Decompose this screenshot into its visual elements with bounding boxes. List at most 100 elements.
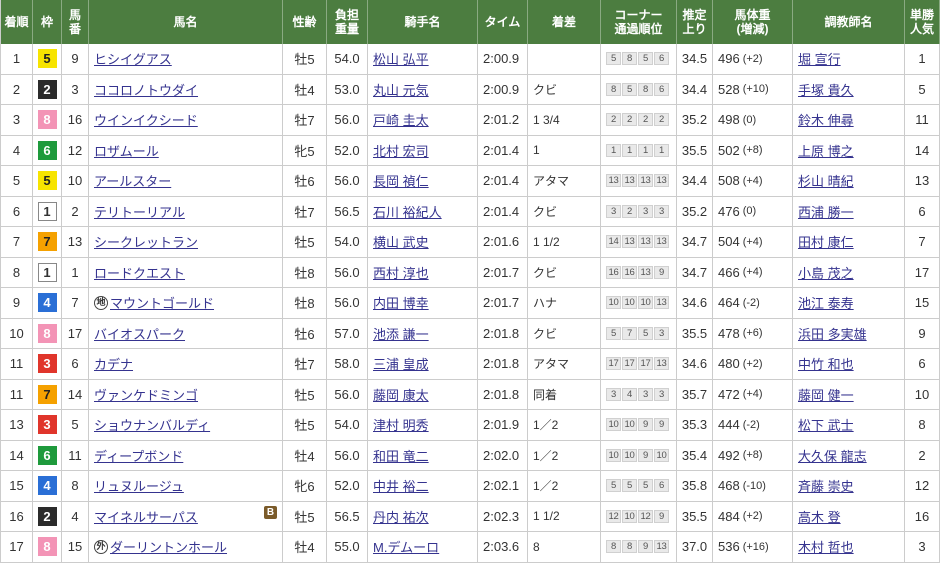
corner-positions-cell: 10 10 9 10 xyxy=(601,440,677,471)
trainer-link[interactable]: 浜田 多実雄 xyxy=(798,324,867,343)
body-weight-diff: (-10) xyxy=(742,479,766,492)
margin-cell: ハナ xyxy=(528,288,601,319)
jockey-link[interactable]: 藤岡 康太 xyxy=(373,385,429,404)
time-cell: 2:01.7 xyxy=(478,288,528,319)
corner-position-chip: 13 xyxy=(638,265,653,279)
trainer-link[interactable]: 西浦 勝一 xyxy=(798,202,854,221)
corner-position-chip: 17 xyxy=(606,357,621,371)
horse-name-link[interactable]: マウントゴールド xyxy=(110,293,214,312)
horse-name-link[interactable]: ウインイクシード xyxy=(94,110,198,129)
corner-position-chip: 7 xyxy=(622,326,637,340)
margin-value: アタマ xyxy=(533,174,570,189)
trainer-cell: 小島 茂之 xyxy=(793,257,905,288)
last3f-cell: 34.4 xyxy=(677,74,713,105)
horse-name-link[interactable]: ショウナンバルディ xyxy=(94,415,210,434)
trainer-link[interactable]: 杉山 晴紀 xyxy=(798,171,854,190)
horse-name-link[interactable]: ヒシイグアス xyxy=(94,49,172,68)
jockey-link[interactable]: 横山 武史 xyxy=(373,232,429,251)
popularity-cell: 16 xyxy=(905,501,940,532)
jockey-link[interactable]: 松山 弘平 xyxy=(373,49,429,68)
body-weight-value: 536 xyxy=(718,539,740,555)
margin-cell: 1／2 xyxy=(528,440,601,471)
horse-name-link[interactable]: ダーリントンホール xyxy=(110,537,227,556)
horse-name-link[interactable]: アールスター xyxy=(94,171,171,190)
time-cell: 2:01.6 xyxy=(478,227,528,258)
trainer-link[interactable]: 鈴木 伸尋 xyxy=(798,110,854,129)
trainer-link[interactable]: 中竹 和也 xyxy=(798,354,854,373)
horse-name-link[interactable]: ディープボンド xyxy=(94,446,183,465)
umaban-cell: 2 xyxy=(62,196,89,227)
trainer-link[interactable]: 田村 康仁 xyxy=(798,232,854,251)
last3f-cell: 35.2 xyxy=(677,196,713,227)
margin-value: 1 1/2 xyxy=(533,234,560,249)
jockey-link[interactable]: 西村 淳也 xyxy=(373,263,429,282)
horse-name-link[interactable]: リュヌルージュ xyxy=(94,476,184,495)
margin-cell: クビ xyxy=(528,196,601,227)
trainer-link[interactable]: 藤岡 健一 xyxy=(798,385,854,404)
horse-name-link[interactable]: シークレットラン xyxy=(94,232,198,251)
jockey-link[interactable]: 北村 宏司 xyxy=(373,141,429,160)
umaban-cell: 13 xyxy=(62,227,89,258)
header-label: 単勝 xyxy=(909,8,934,22)
horse-name-link[interactable]: カデナ xyxy=(94,354,133,373)
trainer-link[interactable]: 堀 宣行 xyxy=(798,49,841,68)
jockey-link[interactable]: 内田 博幸 xyxy=(373,293,429,312)
rank-cell: 17 xyxy=(1,532,33,563)
jockey-link[interactable]: 和田 竜二 xyxy=(373,446,429,465)
trainer-link[interactable]: 手塚 貴久 xyxy=(798,80,854,99)
horse-name-link[interactable]: ヴァンケドミンゴ xyxy=(94,385,198,404)
weight-cell: 53.0 xyxy=(327,74,368,105)
horse-name-link[interactable]: ロードクエスト xyxy=(94,263,185,282)
time-cell: 2:00.9 xyxy=(478,44,528,75)
jockey-link[interactable]: 池添 謙一 xyxy=(373,324,429,343)
jockey-link[interactable]: 石川 裕紀人 xyxy=(373,202,442,221)
corner-positions-cell: 1 1 1 1 xyxy=(601,135,677,166)
trainer-link[interactable]: 上原 博之 xyxy=(798,141,854,160)
trainer-link[interactable]: 松下 武士 xyxy=(798,415,854,434)
header-rank: 着順 xyxy=(1,0,33,44)
last3f-cell: 35.7 xyxy=(677,379,713,410)
corner-position-chip: 5 xyxy=(638,479,653,493)
jockey-link[interactable]: 三浦 皇成 xyxy=(373,354,429,373)
trainer-link[interactable]: 木村 哲也 xyxy=(798,537,854,556)
trainer-link[interactable]: 池江 泰寿 xyxy=(798,293,854,312)
corner-position-chip: 6 xyxy=(654,479,669,493)
corner-position-chip: 3 xyxy=(638,387,653,401)
waku-badge: 8 xyxy=(37,323,57,343)
jockey-link[interactable]: 津村 明秀 xyxy=(373,415,429,434)
trainer-cell: 大久保 龍志 xyxy=(793,440,905,471)
umaban-cell: 16 xyxy=(62,105,89,136)
horse-name-link[interactable]: バイオスパーク xyxy=(94,324,185,343)
trainer-link[interactable]: 大久保 龍志 xyxy=(798,446,867,465)
trainer-link[interactable]: 小島 茂之 xyxy=(798,263,854,282)
jockey-link[interactable]: 中井 裕二 xyxy=(373,476,429,495)
table-row: 4 6 12 ロザムール 牝5 52.0 北村 宏司 2:01.4 1 1 1 … xyxy=(1,135,940,166)
table-row: 15 4 8 リュヌルージュ 牝6 52.0 中井 裕二 2:02.1 1／2 … xyxy=(1,471,940,502)
trainer-link[interactable]: 斉藤 崇史 xyxy=(798,476,854,495)
body-weight-diff: (+2) xyxy=(742,357,763,370)
jockey-cell: 内田 博幸 xyxy=(368,288,478,319)
corner-position-chip: 1 xyxy=(654,143,669,157)
horse-name-link[interactable]: ロザムール xyxy=(94,141,159,160)
horse-name-link[interactable]: マイネルサーパス xyxy=(94,507,198,526)
jockey-link[interactable]: M.デムーロ xyxy=(373,537,439,556)
corner-position-chip: 8 xyxy=(622,540,637,554)
corner-position-chip: 13 xyxy=(638,174,653,188)
header-label: 着順 xyxy=(4,15,29,29)
umaban-cell: 6 xyxy=(62,349,89,380)
header-label: 馬 xyxy=(68,8,81,22)
table-row: 8 1 1 ロードクエスト 牡8 56.0 西村 淳也 2:01.7 クビ 16… xyxy=(1,257,940,288)
body-weight-value: 472 xyxy=(718,386,740,402)
horse-name-cell: リュヌルージュ xyxy=(89,471,283,502)
header-last3f: 推定 上り xyxy=(677,0,713,44)
weight-cell: 56.0 xyxy=(327,379,368,410)
jockey-link[interactable]: 戸崎 圭太 xyxy=(373,110,429,129)
header-label: 枠 xyxy=(40,15,53,29)
jockey-link[interactable]: 丸山 元気 xyxy=(373,80,429,99)
horse-name-link[interactable]: テリトーリアル xyxy=(94,202,185,221)
horse-name-link[interactable]: ココロノトウダイ xyxy=(94,80,198,99)
jockey-link[interactable]: 長岡 禎仁 xyxy=(373,171,429,190)
jockey-link[interactable]: 丹内 祐次 xyxy=(373,507,429,526)
waku-badge: 7 xyxy=(37,232,57,252)
trainer-link[interactable]: 高木 登 xyxy=(798,507,841,526)
